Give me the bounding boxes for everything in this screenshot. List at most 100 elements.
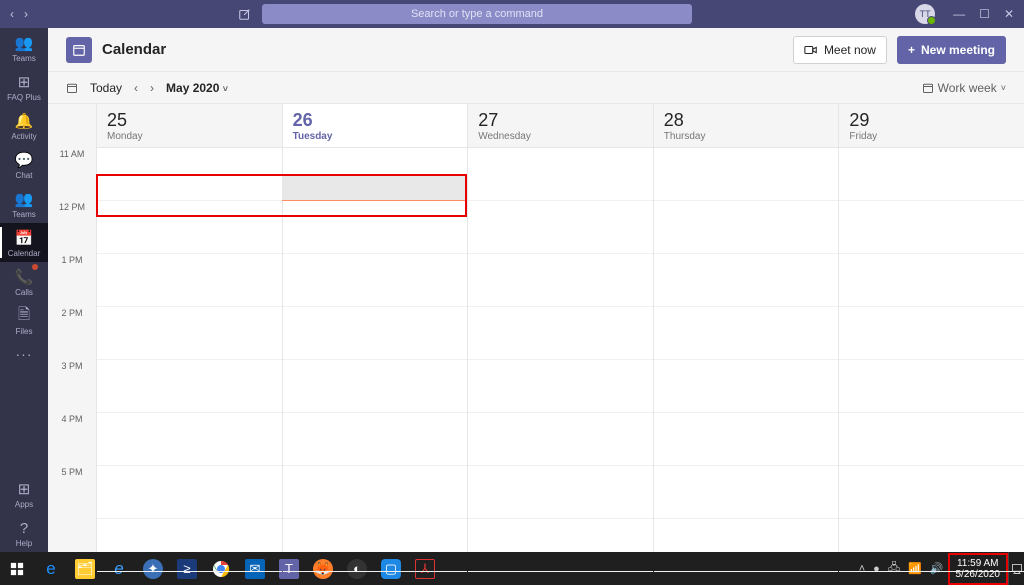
hour-cell[interactable] — [839, 201, 1024, 254]
rail-item-calendar[interactable]: 📅Calendar — [0, 223, 48, 262]
hour-cell[interactable] — [97, 466, 282, 519]
calendar-grid[interactable]: 25Monday26Tuesday27Wednesday28Thursday29… — [96, 104, 1024, 552]
day-column[interactable]: 28Thursday — [653, 104, 839, 552]
hour-cell[interactable] — [468, 201, 653, 254]
minimize-button[interactable]: — — [953, 7, 965, 21]
rail-item-files[interactable]: 🗎Files — [0, 301, 48, 340]
hour-cell[interactable] — [97, 519, 282, 572]
hour-cell[interactable] — [97, 307, 282, 360]
hour-cell[interactable] — [839, 519, 1024, 572]
time-label: 3 PM — [48, 360, 96, 413]
hour-cell[interactable] — [654, 201, 839, 254]
compose-icon[interactable] — [238, 7, 252, 21]
taskbar-edge[interactable]: e — [34, 552, 68, 585]
hour-cell[interactable] — [839, 466, 1024, 519]
rail-item-activity[interactable]: 🔔 Activity — [0, 106, 48, 145]
hour-cell[interactable] — [839, 148, 1024, 201]
hour-cell[interactable] — [283, 519, 468, 572]
rail-item-teams-top[interactable]: 👥Teams — [0, 28, 48, 67]
files-icon: 🗎 — [15, 307, 33, 325]
hour-cell[interactable] — [839, 413, 1024, 466]
activity-icon: 🔔 — [15, 112, 33, 130]
now-indicator — [282, 200, 468, 201]
day-number: 25 — [107, 110, 272, 131]
day-column[interactable]: 26Tuesday — [282, 104, 468, 552]
hour-cell[interactable] — [654, 360, 839, 413]
hour-cell[interactable] — [283, 201, 468, 254]
time-gutter: 11 AM12 PM1 PM2 PM3 PM4 PM5 PM — [48, 104, 96, 552]
date-icon — [66, 82, 78, 94]
rail-label: Activity — [11, 132, 36, 141]
time-label: 5 PM — [48, 466, 96, 519]
rail-item-faqplus[interactable]: ⊞FAQ Plus — [0, 67, 48, 106]
hour-cell[interactable] — [654, 254, 839, 307]
hour-cell[interactable] — [654, 307, 839, 360]
hour-cell[interactable] — [839, 360, 1024, 413]
hour-cell[interactable] — [654, 148, 839, 201]
hour-cell[interactable] — [283, 413, 468, 466]
hour-cell[interactable] — [839, 254, 1024, 307]
hour-cell[interactable] — [283, 254, 468, 307]
app-rail: 👥Teams⊞FAQ Plus🔔Activity💬Chat👥Teams📅Cale… — [0, 28, 48, 552]
hour-cell[interactable] — [468, 572, 653, 585]
hour-cell[interactable] — [468, 307, 653, 360]
day-number: 27 — [478, 110, 643, 131]
hour-cell[interactable] — [283, 307, 468, 360]
rail-item-help[interactable]: ?Help — [0, 513, 48, 552]
hour-cell[interactable] — [283, 466, 468, 519]
rail-item-teams[interactable]: 👥Teams — [0, 184, 48, 223]
hour-cell[interactable] — [839, 307, 1024, 360]
day-name: Monday — [107, 131, 272, 142]
rail-label: Teams — [12, 210, 36, 219]
rail-item-apps[interactable]: ⊞Apps — [0, 474, 48, 513]
hour-cell[interactable] — [654, 413, 839, 466]
start-button[interactable] — [0, 552, 34, 585]
day-name: Thursday — [664, 131, 829, 142]
meet-now-button[interactable]: Meet now — [793, 36, 887, 64]
time-label: 2 PM — [48, 307, 96, 360]
back-button[interactable]: ‹ — [10, 7, 14, 21]
next-button[interactable]: › — [150, 81, 154, 95]
hour-cell[interactable] — [468, 519, 653, 572]
hour-cell[interactable] — [468, 254, 653, 307]
day-name: Friday — [849, 131, 1014, 142]
hour-cell[interactable] — [97, 413, 282, 466]
rail-item-chat[interactable]: 💬Chat — [0, 145, 48, 184]
today-button[interactable]: Today — [90, 81, 122, 95]
month-picker[interactable]: May 2020 ˅ — [166, 81, 228, 95]
avatar[interactable]: TT — [915, 4, 935, 24]
day-column[interactable]: 25Monday — [96, 104, 282, 552]
prev-button[interactable]: ‹ — [134, 81, 138, 95]
close-button[interactable]: ✕ — [1004, 7, 1014, 21]
hour-cell[interactable] — [283, 360, 468, 413]
day-column[interactable]: 29Friday — [838, 104, 1024, 552]
page-header: Calendar Meet now + New meeting — [48, 28, 1024, 72]
hour-cell[interactable] — [468, 360, 653, 413]
hour-cell[interactable] — [97, 572, 282, 585]
hour-cell[interactable] — [97, 360, 282, 413]
maximize-button[interactable]: ☐ — [979, 7, 990, 21]
day-number: 28 — [664, 110, 829, 131]
hour-cell[interactable] — [654, 572, 839, 585]
hour-cell[interactable] — [468, 466, 653, 519]
meet-now-label: Meet now — [824, 43, 876, 57]
rail-more-button[interactable]: ··· — [16, 340, 33, 368]
hour-cell[interactable] — [654, 466, 839, 519]
hour-cell[interactable] — [654, 519, 839, 572]
rail-label: Calls — [15, 288, 33, 297]
hour-cell[interactable] — [468, 413, 653, 466]
rail-label: Help — [16, 539, 32, 548]
hour-cell[interactable] — [97, 254, 282, 307]
hour-cell[interactable] — [283, 572, 468, 585]
day-column[interactable]: 27Wednesday — [467, 104, 653, 552]
hour-cell[interactable] — [839, 572, 1024, 585]
forward-button[interactable]: › — [24, 7, 28, 21]
view-picker[interactable]: Work week ˅ — [922, 81, 1006, 95]
hour-cell[interactable] — [468, 148, 653, 201]
hour-cell[interactable] — [97, 201, 282, 254]
search-input[interactable]: Search or type a command — [262, 4, 692, 24]
rail-item-calls[interactable]: 📞 Calls — [0, 262, 48, 301]
hour-cell[interactable] — [97, 148, 282, 201]
new-meeting-button[interactable]: + New meeting — [897, 36, 1006, 64]
calls-icon: 📞 — [15, 268, 33, 286]
